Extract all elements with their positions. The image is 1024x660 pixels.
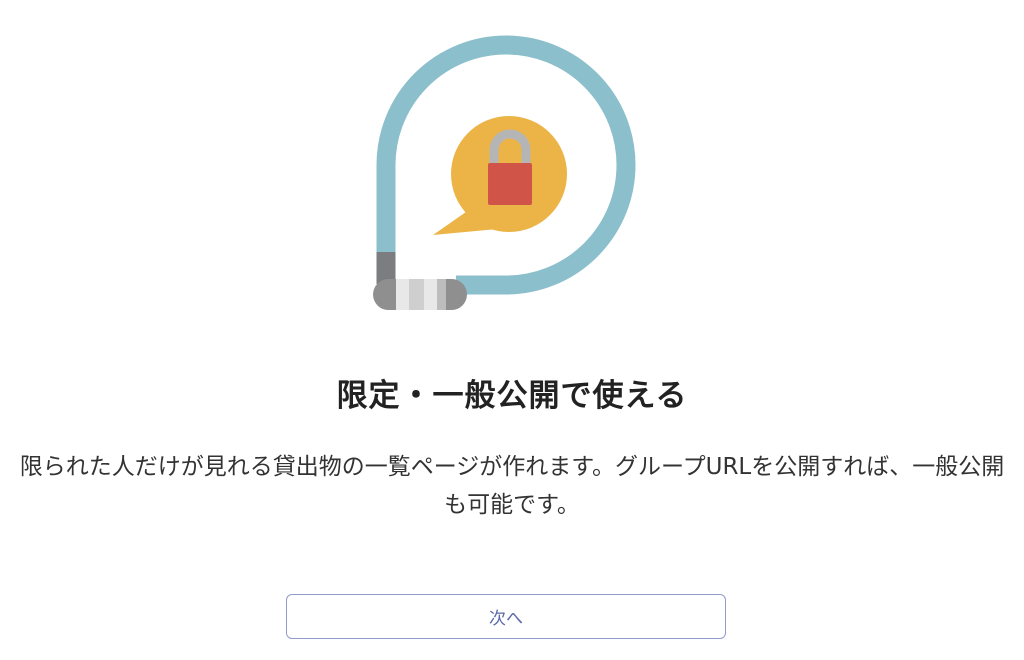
lock-barrel bbox=[373, 279, 467, 310]
next-button[interactable]: 次へ bbox=[286, 594, 726, 639]
feature-description: 限られた人だけが見れる貸出物の一覧ページが作れます。グループURLを公開すれば、… bbox=[19, 454, 1005, 518]
page-title: 限定・一般公開で使える bbox=[336, 378, 688, 414]
bike-lock-speech-bubble-icon bbox=[373, 35, 636, 310]
onboarding-illustration bbox=[0, 0, 1024, 340]
